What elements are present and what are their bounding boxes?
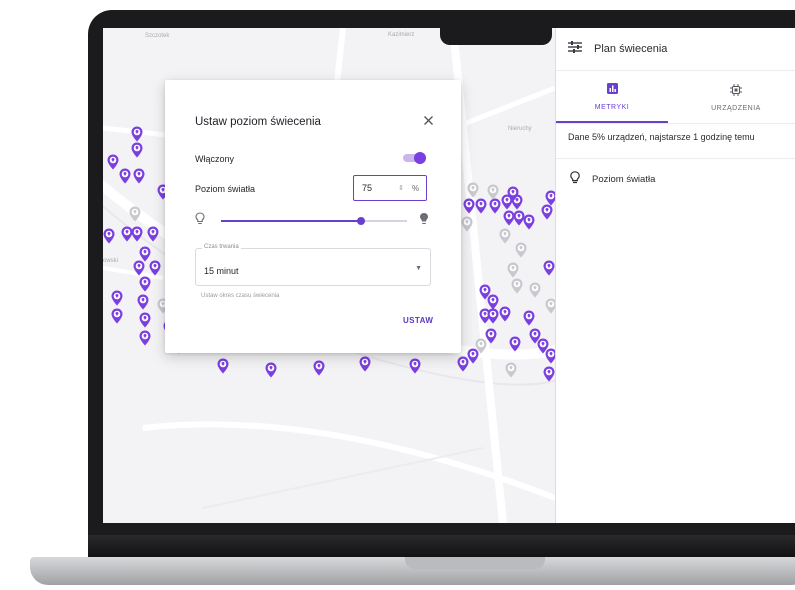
street-label: Nieruchy [508,126,532,132]
map-pin-icon[interactable] [543,260,555,276]
tab-metrics[interactable]: METRYKI [556,71,668,123]
map-pin-icon[interactable] [523,310,535,326]
bar-chart-icon [606,83,618,96]
map-pin-icon[interactable] [499,228,511,244]
enabled-toggle[interactable] [401,152,426,164]
panel-title: Plan świecenia [594,43,668,55]
light-level-slider[interactable] [195,210,431,232]
map-pin-icon[interactable] [217,358,229,374]
duration-helper-text: Ustaw okres czasu świecenia [201,293,280,299]
street-label: owski [103,258,119,264]
metric-item-light-level[interactable]: Poziom światła [556,159,795,199]
tab-label: URZĄDZENIA [711,104,761,112]
set-light-level-dialog: Ustaw poziom świecenia Włączony Poziom ś… [165,80,461,353]
enabled-label: Włączony [195,154,235,164]
light-level-unit: % [412,183,420,193]
map-pin-icon[interactable] [487,308,499,324]
metric-label: Poziom światła [592,173,656,185]
map-pin-icon[interactable] [507,186,519,202]
map-pin-icon[interactable] [463,198,475,214]
sliders-icon[interactable] [568,40,582,58]
close-button[interactable] [421,114,435,128]
map-pin-icon[interactable] [515,242,527,258]
map-pin-icon[interactable] [149,260,161,276]
chevron-down-icon: ▼ [415,265,422,272]
map-pin-icon[interactable] [529,282,541,298]
map-pin-icon[interactable] [103,228,115,244]
map-pin-icon[interactable] [359,356,371,372]
data-freshness-info: Dane 5% urządzeń, najstarsze 1 godzinę t… [556,124,795,159]
map-pin-icon[interactable] [543,366,555,382]
light-level-input[interactable]: 75 ⇕ % [353,175,427,201]
map-pin-icon[interactable] [139,330,151,346]
map-pin-icon[interactable] [111,290,123,306]
panel-header: Plan świecenia [556,28,795,71]
device-chip-icon [730,83,742,98]
map-pin-icon[interactable] [467,348,479,364]
tab-devices[interactable]: URZĄDZENIA [668,71,795,123]
map-pin-icon[interactable] [131,126,143,142]
set-button[interactable]: USTAW [403,316,433,325]
app-screen: Szczotek Kazimierz Nieruchy owski Plan ś… [103,28,795,523]
map-pin-icon[interactable] [121,226,133,242]
map-pin-icon[interactable] [111,308,123,324]
lightbulb-filled-icon [419,212,429,231]
map-pin-icon[interactable] [137,294,149,310]
lightbulb-outline-icon [195,212,205,231]
dialog-title: Ustaw poziom świecenia [195,116,321,128]
map-pin-icon[interactable] [487,184,499,200]
map-pin-icon[interactable] [467,182,479,198]
map-pin-icon[interactable] [507,262,519,278]
slider-handle[interactable] [356,217,365,225]
map-pin-icon[interactable] [147,226,159,242]
lightbulb-icon [570,171,580,187]
map-pin-icon[interactable] [313,360,325,376]
map-pin-icon[interactable] [461,216,473,232]
lighting-plan-panel: Plan świecenia METRYKI URZĄDZENIA Dane 5… [555,28,795,523]
close-icon [423,112,433,130]
light-level-value: 75 [362,183,373,193]
map-pin-icon[interactable] [409,358,421,374]
map-pin-icon[interactable] [511,278,523,294]
map-pin-icon[interactable] [509,336,521,352]
map-pin-icon[interactable] [107,154,119,170]
duration-value: 15 minut [204,266,239,276]
map-pin-icon[interactable] [119,168,131,184]
duration-label: Czas trwania [202,244,241,250]
map-pin-icon[interactable] [541,204,553,220]
duration-select[interactable]: Czas trwania 15 minut ▼ [195,244,431,286]
map-pin-icon[interactable] [131,142,143,158]
map-pin-icon[interactable] [129,206,141,222]
map-pin-icon[interactable] [475,198,487,214]
laptop-hinge [88,535,795,557]
map-pin-icon[interactable] [489,198,501,214]
tab-label: METRYKI [594,103,630,111]
map-pin-icon[interactable] [505,362,517,378]
light-level-label: Poziom światła [195,184,256,194]
map-pin-icon[interactable] [133,260,145,276]
street-label: Kazimierz [388,32,415,38]
map-pin-icon[interactable] [139,312,151,328]
laptop-base-notch [405,557,545,569]
camera-notch [440,25,552,45]
map-pin-icon[interactable] [499,306,511,322]
map-pin-icon[interactable] [139,276,151,292]
panel-tabs: METRYKI URZĄDZENIA [556,71,795,124]
map-pin-icon[interactable] [265,362,277,378]
spinner-arrows-icon[interactable]: ⇕ [398,184,410,192]
map-pin-icon[interactable] [523,214,535,230]
street-label: Szczotek [145,33,170,39]
map-pin-icon[interactable] [133,168,145,184]
